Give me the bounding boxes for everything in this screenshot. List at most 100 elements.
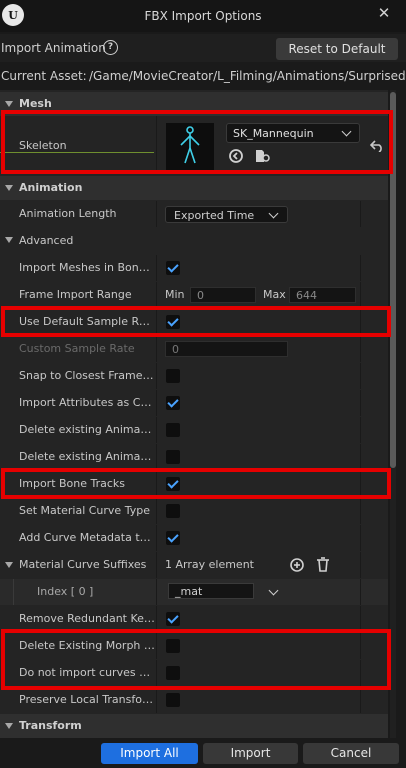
expand-arrow-icon[interactable] xyxy=(5,101,13,107)
set-material-curve-type-checkbox[interactable] xyxy=(166,504,180,518)
index-0-row: Index [ 0 ] _mat xyxy=(0,579,388,605)
column-divider xyxy=(360,363,361,389)
highlight-box-sample-rate xyxy=(1,306,391,337)
material-curve-suffixes-row: Material Curve Suffixes 1 Array element xyxy=(0,552,388,578)
snap-to-closest-row: Snap to Closest Frame Boundary xyxy=(0,363,388,389)
column-divider xyxy=(360,525,361,551)
preserve-local-transform-checkbox[interactable] xyxy=(166,693,180,707)
preserve-local-transform-row: Preserve Local Transform xyxy=(0,687,388,713)
frame-import-range-label: Frame Import Range xyxy=(19,288,132,301)
category-mesh-label: Mesh xyxy=(19,97,52,110)
column-divider xyxy=(360,498,361,524)
column-divider xyxy=(156,525,157,551)
indent-guide xyxy=(13,579,14,605)
array-element-count: 1 Array element xyxy=(165,558,254,571)
import-meshes-checkbox[interactable] xyxy=(166,261,180,275)
close-icon[interactable]: ✕ xyxy=(374,2,394,24)
import-meshes-row: Import Meshes in Bone Hierarchy xyxy=(0,255,388,281)
trash-icon[interactable] xyxy=(315,556,331,573)
window-title: FBX Import Options xyxy=(144,9,262,23)
max-input[interactable]: 644 xyxy=(289,287,356,303)
animation-length-label: Animation Length xyxy=(19,207,117,220)
add-curve-metadata-label: Add Curve Metadata to Skeleton xyxy=(19,531,155,544)
delete-existing-attributes-label: Delete existing Animation Attributes xyxy=(19,423,155,436)
expand-arrow-icon[interactable] xyxy=(5,237,13,243)
current-asset-path: /Game/MovieCreator/L_Filming/Animations/… xyxy=(89,69,406,83)
column-divider xyxy=(156,390,157,416)
delete-existing-data-label: Delete existing Animation Data xyxy=(19,450,155,463)
snap-to-closest-label: Snap to Closest Frame Boundary xyxy=(19,369,155,382)
column-divider xyxy=(156,282,157,308)
custom-sample-rate-input[interactable]: 0 xyxy=(165,341,288,357)
highlight-box-skeleton xyxy=(1,110,393,174)
column-divider xyxy=(360,390,361,416)
column-divider xyxy=(360,579,361,605)
column-divider xyxy=(156,687,157,713)
column-divider xyxy=(156,579,157,605)
min-input[interactable]: 0 xyxy=(190,287,256,303)
expand-arrow-icon[interactable] xyxy=(5,562,13,568)
chevron-down-icon[interactable] xyxy=(268,585,279,596)
preserve-local-transform-label: Preserve Local Transform xyxy=(19,693,155,706)
import-attributes-checkbox[interactable] xyxy=(166,396,180,410)
column-divider xyxy=(156,444,157,470)
column-divider xyxy=(156,552,157,578)
import-attributes-label: Import Attributes as Curves or Animation xyxy=(19,396,155,409)
set-material-curve-type-label: Set Material Curve Type xyxy=(19,504,150,517)
frame-import-range-row: Frame Import Range Min 0 Max 644 xyxy=(0,282,388,308)
column-divider xyxy=(360,687,361,713)
current-asset-label: Current Asset: xyxy=(1,69,87,83)
chevron-down-icon xyxy=(268,208,279,219)
column-divider xyxy=(360,444,361,470)
category-animation-label: Animation xyxy=(19,181,83,194)
remove-redundant-keys-checkbox[interactable] xyxy=(166,612,180,626)
snap-to-closest-checkbox[interactable] xyxy=(166,369,180,383)
category-advanced-label: Advanced xyxy=(19,234,74,247)
import-all-button[interactable]: Import All xyxy=(101,743,198,764)
import-animation-label: Import Animation xyxy=(1,41,106,55)
column-divider xyxy=(360,201,361,227)
column-divider xyxy=(156,201,157,227)
column-divider xyxy=(360,417,361,443)
remove-redundant-keys-label: Remove Redundant Keys xyxy=(19,612,155,625)
highlight-box-bone-tracks xyxy=(1,468,391,499)
max-label: Max xyxy=(263,288,286,301)
add-curve-metadata-row: Add Curve Metadata to Skeleton xyxy=(0,525,388,551)
column-divider xyxy=(360,282,361,308)
import-meshes-label: Import Meshes in Bone Hierarchy xyxy=(19,261,155,274)
index-0-label: Index [ 0 ] xyxy=(37,585,94,598)
animation-length-row: Animation Length Exported Time xyxy=(0,201,388,227)
expand-arrow-icon[interactable] xyxy=(5,723,13,729)
column-divider xyxy=(156,255,157,281)
column-divider xyxy=(156,417,157,443)
delete-existing-data-row: Delete existing Animation Data xyxy=(0,444,388,470)
category-transform-label: Transform xyxy=(19,719,82,732)
category-advanced[interactable]: Advanced xyxy=(0,228,388,254)
delete-existing-attributes-checkbox[interactable] xyxy=(166,423,180,437)
add-element-icon[interactable] xyxy=(289,557,305,573)
expand-arrow-icon[interactable] xyxy=(5,185,13,191)
category-animation[interactable]: Animation xyxy=(0,176,388,200)
highlight-box-morph-curves xyxy=(1,629,391,690)
column-divider xyxy=(360,552,361,578)
column-divider xyxy=(156,363,157,389)
delete-existing-attributes-row: Delete existing Animation Attributes xyxy=(0,417,388,443)
animation-length-value: Exported Time xyxy=(174,209,255,222)
custom-sample-rate-label: Custom Sample Rate xyxy=(19,342,135,355)
reset-to-default-button[interactable]: Reset to Default xyxy=(276,38,398,60)
help-icon[interactable]: ? xyxy=(103,40,118,55)
column-divider xyxy=(360,336,361,362)
custom-sample-rate-row: Custom Sample Rate 0 xyxy=(0,336,388,362)
import-attributes-row: Import Attributes as Curves or Animation xyxy=(0,390,388,416)
column-divider xyxy=(156,336,157,362)
index-0-input[interactable]: _mat xyxy=(168,583,254,599)
material-curve-suffixes-label: Material Curve Suffixes xyxy=(19,558,147,571)
import-button[interactable]: Import xyxy=(203,743,298,764)
animation-length-dropdown[interactable]: Exported Time xyxy=(165,206,288,223)
add-curve-metadata-checkbox[interactable] xyxy=(166,531,180,545)
delete-existing-data-checkbox[interactable] xyxy=(166,450,180,464)
set-material-curve-type-row: Set Material Curve Type xyxy=(0,498,388,524)
category-transform[interactable]: Transform xyxy=(0,714,388,738)
cancel-button[interactable]: Cancel xyxy=(303,743,399,764)
column-divider xyxy=(156,498,157,524)
